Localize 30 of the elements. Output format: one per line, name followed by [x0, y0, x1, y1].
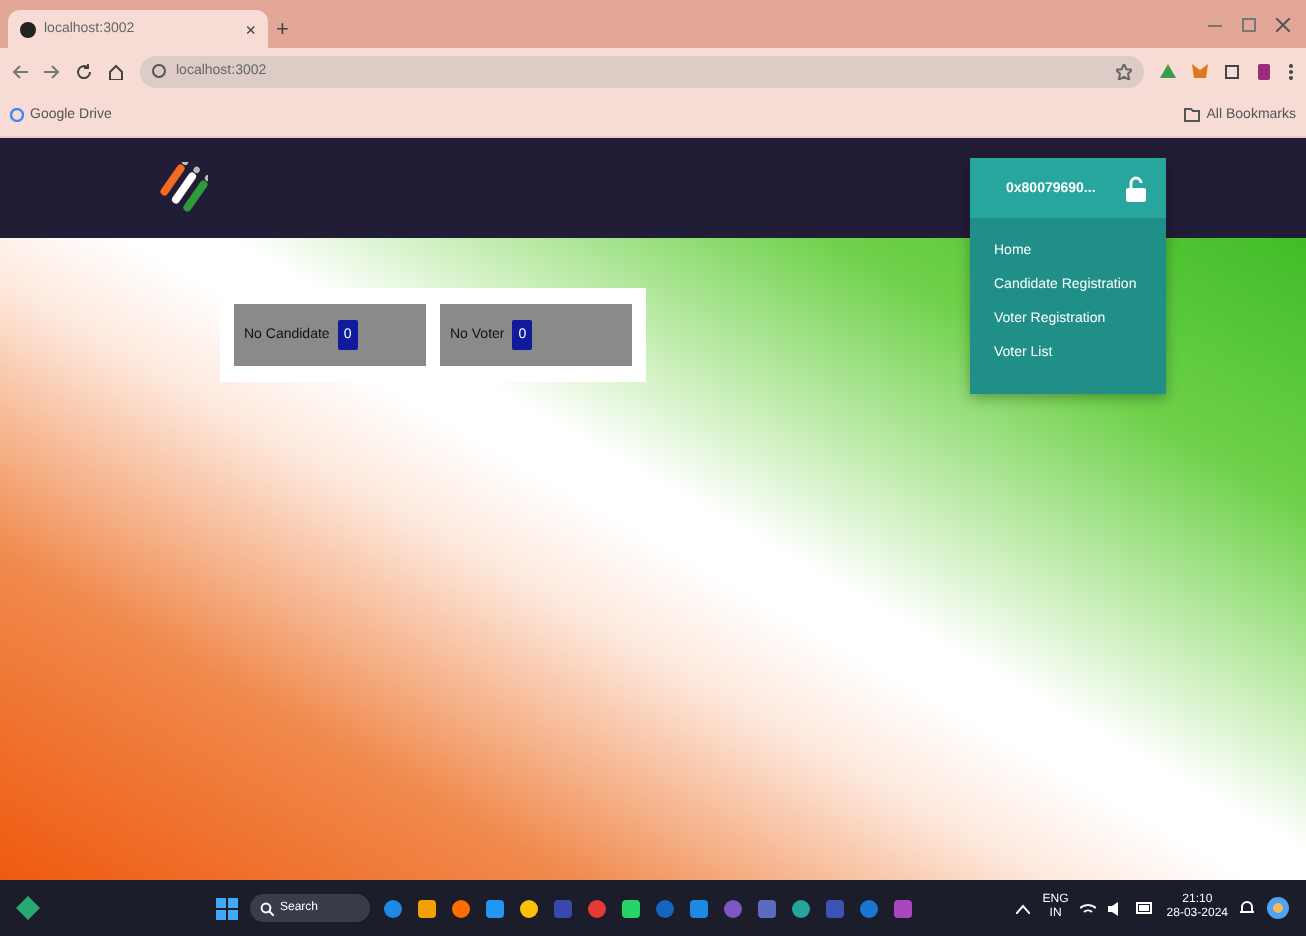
bookmark-star-icon[interactable]	[1116, 63, 1132, 79]
app-icon[interactable]	[484, 897, 506, 919]
site-icon	[20, 21, 36, 37]
app-icon[interactable]	[518, 897, 540, 919]
wifi-icon[interactable]	[1080, 901, 1097, 915]
battery-icon[interactable]	[1136, 902, 1155, 914]
search-icon	[260, 901, 274, 915]
back-icon[interactable]	[12, 63, 28, 79]
close-tab-button[interactable]: ×	[245, 19, 256, 39]
forward-icon[interactable]	[44, 63, 60, 79]
bell-icon[interactable]	[1240, 900, 1254, 916]
app-icon[interactable]	[620, 897, 642, 919]
app-icon[interactable]	[450, 897, 472, 919]
app-icon[interactable]	[688, 897, 710, 919]
profile-icon[interactable]	[1256, 63, 1272, 79]
folder-icon	[1184, 108, 1201, 122]
start-icon[interactable]	[216, 897, 238, 919]
close-icon[interactable]	[1276, 17, 1290, 31]
widget-icon[interactable]	[16, 896, 40, 920]
site-info-icon	[152, 64, 166, 78]
app-icon[interactable]	[382, 897, 404, 919]
home-icon[interactable]	[108, 63, 124, 79]
ballot-logo-icon	[160, 162, 208, 214]
app-icon[interactable]	[416, 897, 438, 919]
new-tab-button[interactable]: +	[276, 18, 289, 48]
app-icon[interactable]	[790, 897, 812, 919]
extensions-icon[interactable]	[1224, 63, 1240, 79]
chevron-up-icon[interactable]	[1016, 903, 1031, 913]
menu-icon[interactable]	[1288, 63, 1294, 79]
reload-icon[interactable]	[76, 63, 92, 79]
